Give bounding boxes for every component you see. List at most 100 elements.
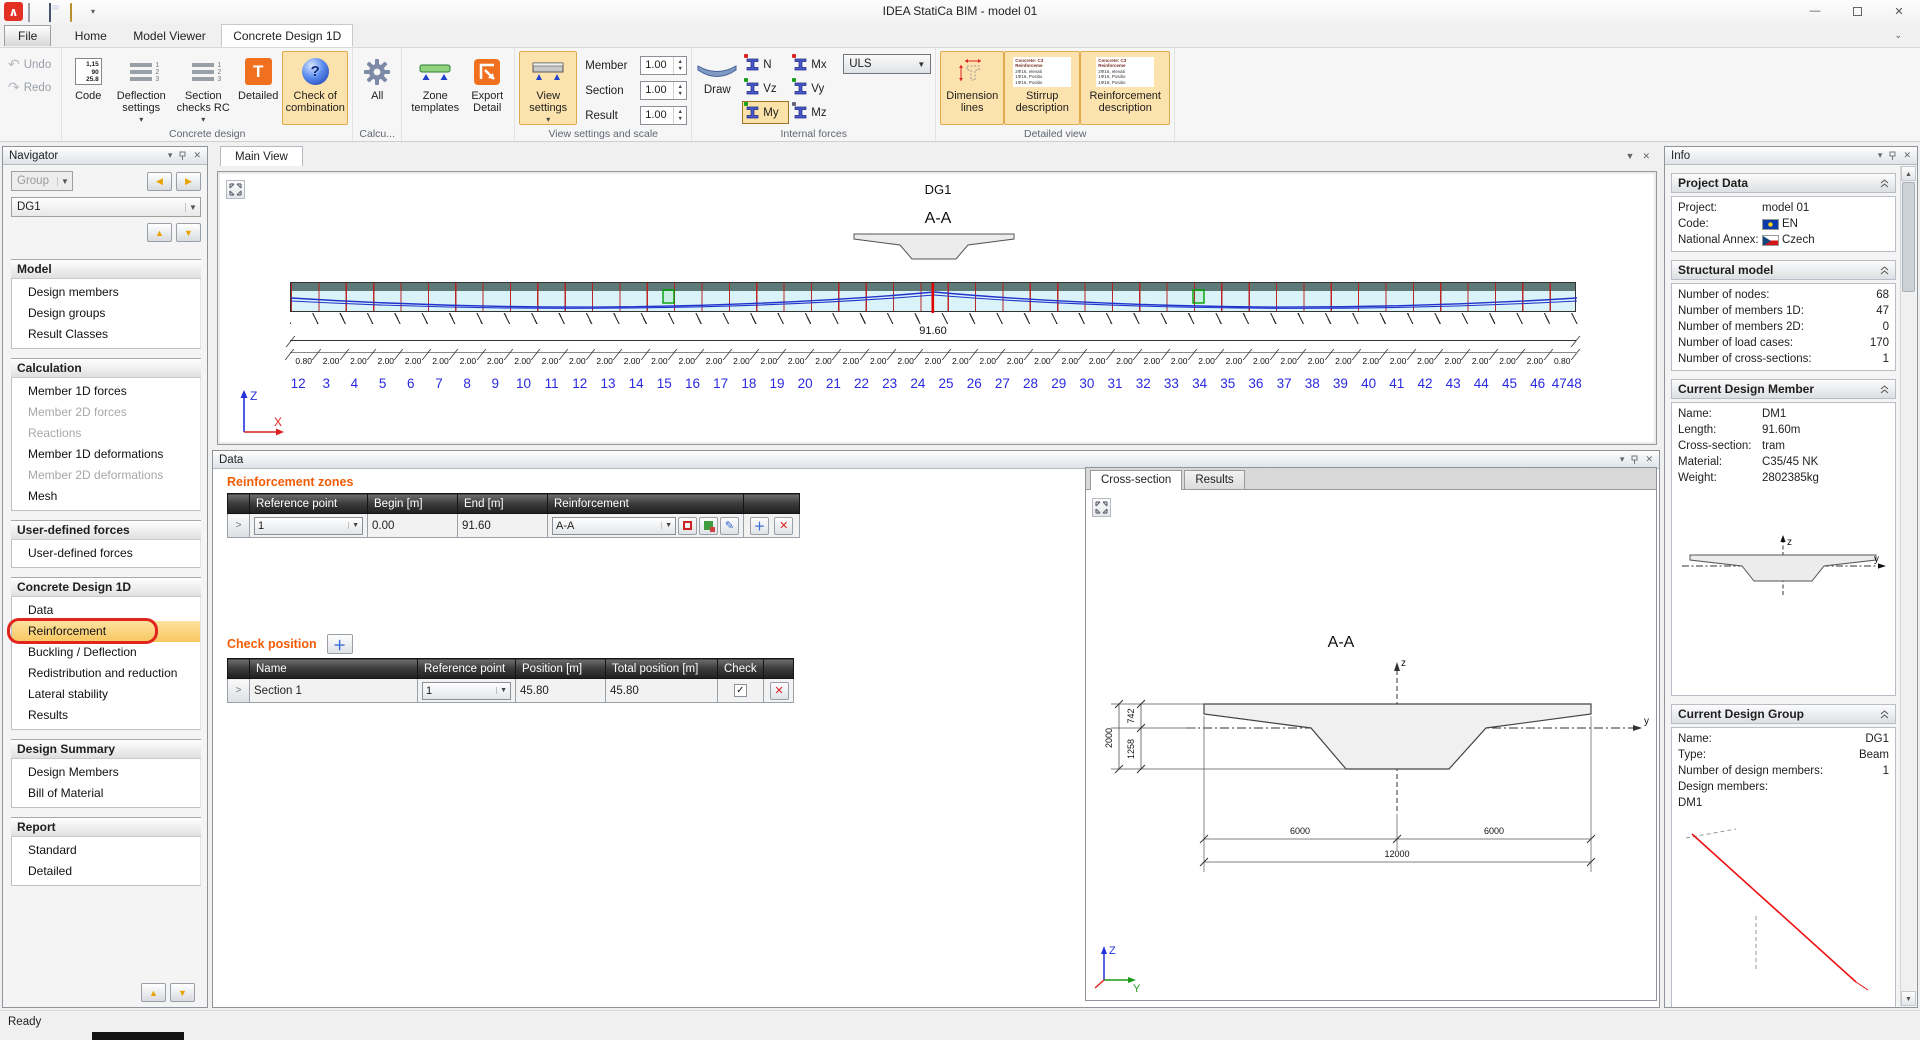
total-position-value[interactable]: 45.80 xyxy=(606,679,718,703)
next-item-button[interactable]: ▼ xyxy=(176,223,201,242)
section-number[interactable]: 41 xyxy=(1383,376,1411,391)
begin-value[interactable]: 0.00 xyxy=(368,514,458,538)
section-number[interactable]: 10 xyxy=(509,376,537,391)
section-scale-stepper[interactable]: 1.00▲▼ xyxy=(640,81,687,100)
zone-copy-button[interactable] xyxy=(699,517,718,535)
force-n-button[interactable]: N xyxy=(742,53,789,76)
section-checks-rc-button[interactable]: Section checks RC▾ xyxy=(172,51,234,125)
section-number[interactable]: 28 xyxy=(1016,376,1044,391)
zone-frame-button[interactable] xyxy=(678,517,697,535)
pin-icon[interactable] xyxy=(178,151,187,161)
force-mz-button[interactable]: Mz xyxy=(790,101,837,124)
sidebar-item-redistribution-and-reduction[interactable]: Redistribution and reduction xyxy=(12,663,200,684)
close-icon[interactable]: ✕ xyxy=(1903,150,1911,161)
section-number[interactable]: 23 xyxy=(876,376,904,391)
minimize-button[interactable]: — xyxy=(1794,0,1836,22)
section-header-current-design-group[interactable]: Current Design Group xyxy=(1671,704,1896,724)
section-number[interactable]: 34 xyxy=(1186,376,1214,391)
combination-select[interactable]: ULS▼ xyxy=(843,54,931,74)
section-number[interactable]: 3 xyxy=(312,376,340,391)
stirrup-description-button[interactable]: Concrete: C3Reinforceme2Φ16, elevati1Φ16… xyxy=(1004,51,1080,125)
section-number[interactable]: 9 xyxy=(481,376,509,391)
sidebar-item-bill-of-material[interactable]: Bill of Material xyxy=(12,783,200,804)
section-number[interactable]: 39 xyxy=(1326,376,1354,391)
section-number[interactable]: 31 xyxy=(1101,376,1129,391)
section-number[interactable]: 46 xyxy=(1524,376,1552,391)
section-number[interactable]: 43 xyxy=(1439,376,1467,391)
section-number[interactable]: 15 xyxy=(650,376,678,391)
force-mx-button[interactable]: Mx xyxy=(790,53,837,76)
check-checkbox[interactable]: ✓ xyxy=(734,684,747,697)
delete-check-button[interactable]: ✕ xyxy=(770,682,789,700)
sidebar-item-data[interactable]: Data xyxy=(12,600,200,621)
tab-file[interactable]: File xyxy=(4,25,51,46)
code-button[interactable]: 1,159025.8 Code xyxy=(66,51,110,125)
sidebar-item-design-members[interactable]: Design members xyxy=(12,282,200,303)
add-check-position-button[interactable]: ＋ xyxy=(327,634,353,654)
reinforcement-description-button[interactable]: Concrete: C3Reinforceme2Φ16, elevati1Φ16… xyxy=(1080,51,1170,125)
design-group-select[interactable]: DG1▼ xyxy=(11,197,201,217)
pin-icon[interactable] xyxy=(1630,455,1639,465)
chevron-down-icon[interactable]: ▾ xyxy=(168,150,173,161)
section-number[interactable]: 12 xyxy=(566,376,594,391)
section-number[interactable]: 5 xyxy=(369,376,397,391)
sidebar-item-detailed[interactable]: Detailed xyxy=(12,861,200,882)
deflection-settings-button[interactable]: Deflection settings▾ xyxy=(110,51,172,125)
sidebar-item-member-1d-forces[interactable]: Member 1D forces xyxy=(12,381,200,402)
pin-icon[interactable] xyxy=(1888,151,1897,161)
delete-zone-button[interactable]: ✕ xyxy=(774,517,793,535)
member-scale-stepper[interactable]: 1.00▲▼ xyxy=(640,56,687,75)
fit-view-button[interactable] xyxy=(1092,498,1111,517)
scrollbar-thumb[interactable] xyxy=(1902,182,1915,292)
view-settings-button[interactable]: View settings▾ xyxy=(519,51,577,125)
chevron-down-icon[interactable]: ▾ xyxy=(1878,150,1883,161)
section-number[interactable]: 24 xyxy=(904,376,932,391)
section-header-project-data[interactable]: Project Data xyxy=(1671,173,1896,193)
chevron-down-icon[interactable]: ▼ xyxy=(1626,151,1635,162)
section-number[interactable]: 42 xyxy=(1411,376,1439,391)
nav-section-user-defined-forces[interactable]: User-defined forces xyxy=(11,520,201,540)
dimension-lines-button[interactable]: Dimension lines xyxy=(940,51,1004,125)
ribbon-collapse-caret-icon[interactable]: ⌄ xyxy=(1894,30,1902,41)
previous-group-button[interactable]: ◀ xyxy=(147,172,172,191)
reference-point-select[interactable]: 1▼ xyxy=(422,682,511,700)
tab-model-viewer[interactable]: Model Viewer xyxy=(122,25,216,46)
tab-concrete-design-1d[interactable]: Concrete Design 1D xyxy=(221,24,353,47)
draw-button[interactable]: Draw xyxy=(696,64,738,96)
sidebar-item-lateral-stability[interactable]: Lateral stability xyxy=(12,684,200,705)
section-number[interactable]: 29 xyxy=(1045,376,1073,391)
section-number[interactable]: 32 xyxy=(1129,376,1157,391)
reference-point-select[interactable]: 1▼ xyxy=(254,517,363,535)
section-number[interactable]: 36 xyxy=(1242,376,1270,391)
force-vy-button[interactable]: Vy xyxy=(790,77,837,100)
check-name-value[interactable]: Section 1 xyxy=(250,679,418,703)
sidebar-item-results[interactable]: Results xyxy=(12,705,200,726)
row-handle[interactable]: > xyxy=(228,679,250,703)
force-vz-button[interactable]: Vz xyxy=(742,77,789,100)
section-number[interactable]: 26 xyxy=(960,376,988,391)
section-number[interactable]: 6 xyxy=(397,376,425,391)
end-value[interactable]: 91.60 xyxy=(458,514,548,538)
zone-edit-button[interactable]: ✎ xyxy=(720,517,739,535)
scroll-up-icon[interactable]: ▲ xyxy=(1901,166,1916,181)
section-number[interactable]: 22 xyxy=(847,376,875,391)
section-number[interactable]: 33 xyxy=(1157,376,1185,391)
tab-main-view[interactable]: Main View xyxy=(220,146,303,166)
nav-section-report[interactable]: Report xyxy=(11,817,201,837)
sidebar-item-standard[interactable]: Standard xyxy=(12,840,200,861)
section-number[interactable]: 4 xyxy=(340,376,368,391)
sidebar-item-reinforcement[interactable]: Reinforcement xyxy=(12,621,200,642)
nav-section-calculation[interactable]: Calculation xyxy=(11,358,201,378)
nav-section-model[interactable]: Model xyxy=(11,259,201,279)
nav-section-concrete-design-1d[interactable]: Concrete Design 1D xyxy=(11,577,201,597)
sidebar-item-member-1d-deformations[interactable]: Member 1D deformations xyxy=(12,444,200,465)
section-number[interactable]: 19 xyxy=(763,376,791,391)
beam-elevation[interactable] xyxy=(290,282,1576,312)
section-number[interactable]: 14 xyxy=(622,376,650,391)
navigator-down-button[interactable]: ▼ xyxy=(170,983,195,1002)
tab-home[interactable]: Home xyxy=(64,25,118,46)
tab-results[interactable]: Results xyxy=(1184,470,1244,489)
section-number[interactable]: 45 xyxy=(1495,376,1523,391)
tab-cross-section[interactable]: Cross-section xyxy=(1090,470,1182,490)
stepper-arrows-icon[interactable]: ▲▼ xyxy=(673,57,686,74)
